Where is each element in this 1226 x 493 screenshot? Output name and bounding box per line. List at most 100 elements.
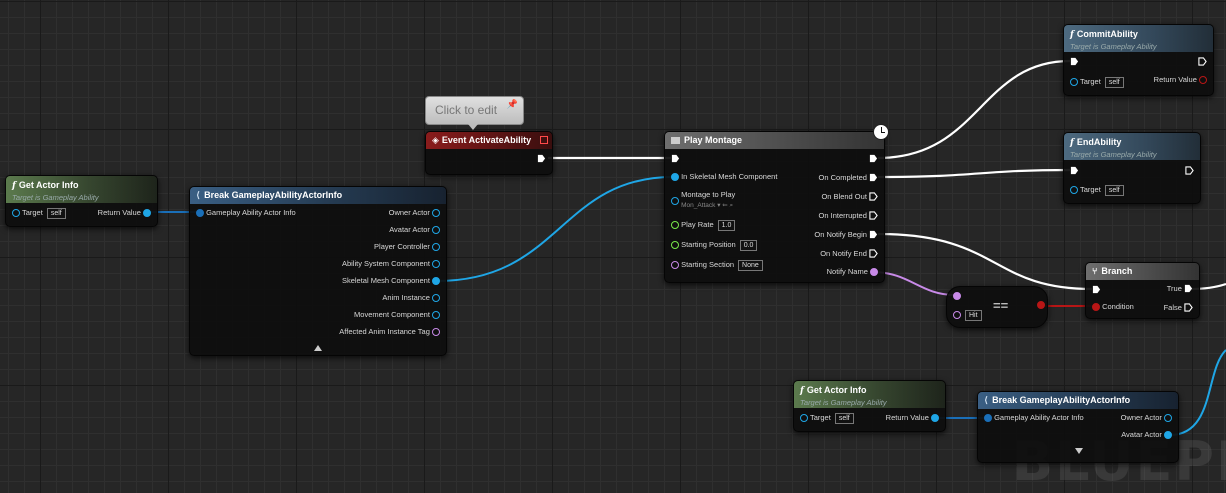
comment-bubble[interactable]: Click to edit 📌 — [425, 96, 524, 130]
on-completed-pin[interactable] — [869, 173, 878, 182]
node-header[interactable]: ⑂ Branch — [1086, 263, 1199, 280]
condition-pin[interactable] — [1092, 303, 1100, 311]
target-pin-row: Target self — [1070, 77, 1124, 88]
output-movement: Movement Component — [354, 310, 440, 320]
function-icon: f — [12, 181, 16, 191]
comment-tail — [468, 124, 478, 130]
avatar-actor-pin[interactable] — [1164, 431, 1172, 439]
montage-input-row: Montage to Play Mon_Attack ▾ ⇐ ⌕ — [671, 190, 735, 211]
anim-tag-pin[interactable] — [432, 328, 440, 336]
play-rate-row: Play Rate 1.0 — [671, 220, 736, 231]
function-icon: f — [800, 386, 804, 396]
anim-instance-pin[interactable] — [432, 294, 440, 302]
break-actor-info-node-1[interactable]: ⟨ Break GameplayAbilityActorInfo Gameplay… — [189, 186, 447, 356]
node-header[interactable]: f Get Actor Info Target is Gameplay Abili… — [6, 176, 157, 203]
target-pin[interactable] — [800, 414, 808, 422]
return-value-row: Return Value — [1154, 75, 1207, 85]
movement-pin[interactable] — [432, 311, 440, 319]
exec-in-pin[interactable] — [671, 154, 680, 163]
return-value-pin[interactable] — [1199, 76, 1207, 84]
ability-system-pin[interactable] — [432, 260, 440, 268]
node-header[interactable]: ⟨ Break GameplayAbilityActorInfo — [190, 187, 446, 204]
exec-out-pin[interactable] — [1198, 57, 1207, 66]
output-anim-instance: Anim Instance — [382, 293, 440, 303]
exec-out-pin[interactable] — [1185, 166, 1194, 175]
play-montage-node[interactable]: Play Montage In Skeletal Mesh Component … — [664, 131, 885, 283]
montage-asset-dropdown[interactable]: Mon_Attack ▾ ⇐ ⌕ — [681, 202, 733, 209]
owner-actor-pin[interactable] — [432, 209, 440, 217]
actor-info-input-row: Gameplay Ability Actor Info — [196, 208, 296, 218]
avatar-actor-pin[interactable] — [432, 226, 440, 234]
node-header[interactable]: f Get Actor Info Target is Gameplay Abili… — [794, 381, 945, 408]
event-activate-ability-node[interactable]: ◈ Event ActivateAbility — [425, 131, 553, 175]
get-actor-info-node-1[interactable]: f Get Actor Info Target is Gameplay Abili… — [5, 175, 158, 227]
notify-name-pin[interactable] — [870, 268, 878, 276]
return-value-row: Return Value — [98, 208, 151, 218]
node-header[interactable]: f EndAbility Target is Gameplay Ability — [1064, 133, 1200, 160]
pin-icon[interactable]: 📌 — [507, 99, 518, 110]
node-header[interactable]: Play Montage — [665, 132, 884, 149]
comment-text[interactable]: Click to edit — [435, 103, 497, 117]
equal-input-a-pin[interactable] — [953, 292, 961, 300]
start-section-pin[interactable] — [671, 261, 679, 269]
equal-operator: == — [993, 298, 1009, 313]
target-pin[interactable] — [1070, 186, 1078, 194]
exec-wire-notify-begin-to-branch — [877, 232, 1093, 291]
target-value-field[interactable]: self — [46, 208, 66, 219]
node-subtitle: Target is Gameplay Ability — [1070, 150, 1157, 159]
branch-node[interactable]: ⑂ Branch Condition True False — [1085, 262, 1200, 319]
exec-in-pin[interactable] — [1070, 166, 1079, 175]
true-exec-pin[interactable] — [1184, 284, 1193, 293]
on-blend-out-pin[interactable] — [869, 192, 878, 201]
node-header[interactable]: ⟨ Break GameplayAbilityActorInfo — [978, 392, 1178, 409]
equal-output-pin[interactable] — [1037, 301, 1045, 309]
target-pin[interactable] — [12, 209, 20, 217]
get-actor-info-node-2[interactable]: f Get Actor Info Target is Gameplay Abili… — [793, 380, 946, 432]
return-value-pin[interactable] — [931, 414, 939, 422]
actor-info-input-pin[interactable] — [984, 414, 992, 422]
play-rate-pin[interactable] — [671, 221, 679, 229]
return-value-pin[interactable] — [143, 209, 151, 217]
owner-actor-pin[interactable] — [1164, 414, 1172, 422]
on-notify-begin-pin[interactable] — [869, 230, 878, 239]
player-controller-pin[interactable] — [432, 243, 440, 251]
node-header[interactable]: ◈ Event ActivateAbility — [426, 132, 552, 149]
actor-info-input-pin[interactable] — [196, 209, 204, 217]
skeletal-mesh-pin[interactable] — [432, 277, 440, 285]
on-notify-end-row: On Notify End — [820, 249, 878, 259]
break-actor-info-node-2[interactable]: ⟨ Break GameplayAbilityActorInfo Gameplay… — [977, 391, 1179, 463]
commit-ability-node[interactable]: f CommitAbility Target is Gameplay Abilit… — [1063, 24, 1214, 96]
start-section-row: Starting Section None — [671, 260, 763, 271]
node-header[interactable]: f CommitAbility Target is Gameplay Abilit… — [1064, 25, 1213, 52]
exec-in-pin[interactable] — [1070, 57, 1079, 66]
mesh-input-pin[interactable] — [671, 173, 679, 181]
target-value-field[interactable]: self — [1104, 185, 1124, 196]
exec-out-pin[interactable] — [869, 154, 878, 163]
target-pin[interactable] — [1070, 78, 1078, 86]
target-value-field[interactable]: self — [1104, 77, 1124, 88]
start-section-field[interactable]: None — [738, 260, 763, 271]
end-ability-node[interactable]: f EndAbility Target is Gameplay Ability T… — [1063, 132, 1201, 204]
false-exec-pin[interactable] — [1184, 303, 1193, 312]
false-row: False — [1164, 303, 1193, 313]
on-blend-out-row: On Blend Out — [821, 192, 878, 202]
equal-name-node[interactable]: Hit == — [946, 286, 1048, 328]
target-value-field[interactable]: self — [834, 413, 854, 424]
exec-in-pin[interactable] — [1092, 285, 1101, 294]
on-interrupted-row: On Interrupted — [819, 211, 878, 221]
on-interrupted-pin[interactable] — [869, 211, 878, 220]
montage-input-pin[interactable] — [671, 197, 679, 205]
exec-out-pin[interactable] — [537, 154, 546, 163]
expand-arrow-icon[interactable] — [1075, 448, 1083, 454]
function-icon: f — [1070, 138, 1074, 148]
equal-input-b-pin[interactable] — [953, 311, 961, 319]
start-pos-field[interactable]: 0.0 — [739, 240, 758, 251]
equal-value-field[interactable]: Hit — [965, 310, 982, 321]
output-player-controller: Player Controller — [374, 242, 440, 252]
on-notify-end-pin[interactable] — [869, 249, 878, 258]
collapse-arrow-icon[interactable] — [314, 345, 322, 351]
node-subtitle: Target is Gameplay Ability — [12, 193, 99, 202]
play-rate-field[interactable]: 1.0 — [717, 220, 736, 231]
delegate-pin-icon[interactable] — [540, 136, 548, 144]
start-pos-pin[interactable] — [671, 241, 679, 249]
